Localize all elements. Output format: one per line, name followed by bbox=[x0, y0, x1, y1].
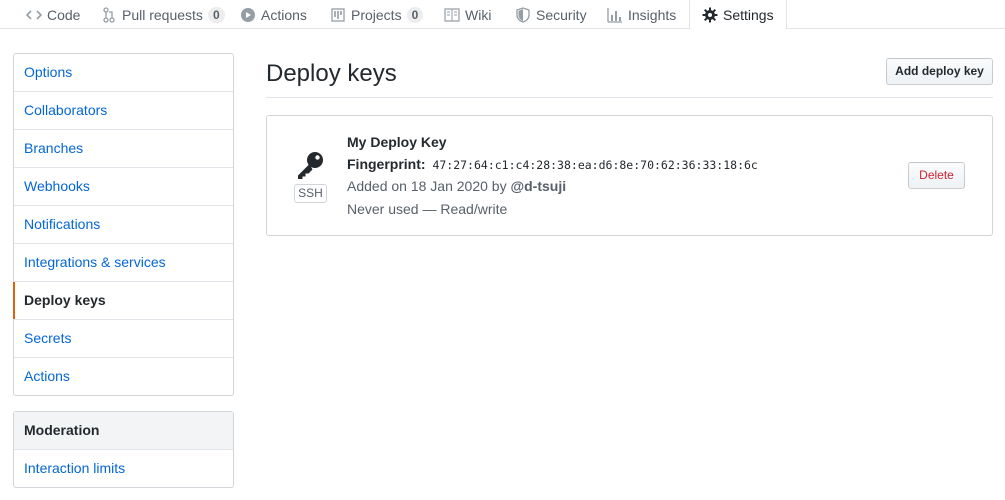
page-title: Deploy keys bbox=[266, 60, 397, 87]
tab-label: Pull requests bbox=[122, 6, 203, 23]
tab-projects[interactable]: Projects 0 bbox=[330, 0, 424, 29]
key-name: My Deploy Key bbox=[347, 134, 447, 150]
tab-label: Actions bbox=[261, 6, 307, 23]
tab-label: Projects bbox=[351, 6, 402, 23]
gear-icon bbox=[702, 7, 718, 23]
key-icon bbox=[295, 150, 325, 180]
added-text: Added on 18 Jan 2020 by bbox=[347, 178, 507, 194]
tab-pull-requests[interactable]: Pull requests 0 bbox=[101, 0, 225, 29]
sidebar-item-collaborators[interactable]: Collaborators bbox=[14, 92, 233, 130]
sidebar-item-integrations[interactable]: Integrations & services bbox=[14, 244, 233, 282]
settings-menu: Options Collaborators Branches Webhooks … bbox=[13, 53, 234, 396]
tab-code[interactable]: Code bbox=[26, 0, 80, 29]
projects-count: 0 bbox=[406, 6, 424, 23]
project-icon bbox=[330, 7, 346, 23]
tab-label: Wiki bbox=[465, 6, 492, 23]
graph-icon bbox=[607, 7, 623, 23]
play-icon bbox=[240, 7, 256, 23]
tab-label: Code bbox=[47, 6, 81, 23]
book-icon bbox=[444, 7, 460, 23]
add-deploy-key-button[interactable]: Add deploy key bbox=[886, 58, 993, 85]
delete-key-button[interactable]: Delete bbox=[908, 162, 965, 189]
tab-actions[interactable]: Actions bbox=[240, 0, 307, 29]
tab-security[interactable]: Security bbox=[515, 0, 587, 29]
sidebar-item-branches[interactable]: Branches bbox=[14, 130, 233, 168]
sidebar-item-deploy-keys[interactable]: Deploy keys bbox=[13, 282, 233, 320]
sidebar-item-interaction-limits[interactable]: Interaction limits bbox=[14, 450, 233, 487]
moderation-menu: Moderation Interaction limits bbox=[13, 411, 234, 488]
moderation-heading: Moderation bbox=[14, 412, 233, 450]
sidebar-item-options[interactable]: Options bbox=[14, 54, 233, 92]
shield-icon bbox=[515, 6, 531, 23]
tab-label: Settings bbox=[723, 6, 774, 23]
key-fingerprint: Fingerprint: 47:27:64:c1:c4:28:38:ea:d6:… bbox=[347, 156, 758, 172]
sidebar-item-webhooks[interactable]: Webhooks bbox=[14, 168, 233, 206]
sidebar-item-secrets[interactable]: Secrets bbox=[14, 320, 233, 358]
tab-wiki[interactable]: Wiki bbox=[444, 0, 491, 29]
page-header: Deploy keys Add deploy key bbox=[266, 52, 993, 98]
fingerprint-value: 47:27:64:c1:c4:28:38:ea:d6:8e:70:62:36:3… bbox=[432, 158, 758, 172]
key-usage: Never used — Read/write bbox=[347, 201, 508, 217]
key-type-label: SSH bbox=[294, 184, 327, 203]
sidebar-item-notifications[interactable]: Notifications bbox=[14, 206, 233, 244]
key-added-info: Added on 18 Jan 2020 by @d-tsuji bbox=[347, 178, 566, 194]
tab-label: Security bbox=[536, 6, 587, 23]
added-by-user: @d-tsuji bbox=[510, 178, 567, 194]
repo-nav: Code Pull requests 0 Actions Projects 0 … bbox=[0, 0, 1005, 30]
git-pull-request-icon bbox=[101, 6, 117, 23]
pull-requests-count: 0 bbox=[207, 6, 225, 23]
tab-settings[interactable]: Settings bbox=[689, 0, 787, 30]
tab-label: Insights bbox=[628, 6, 677, 23]
code-icon bbox=[26, 7, 42, 23]
deploy-key-item: SSH My Deploy Key Fingerprint: 47:27:64:… bbox=[266, 115, 993, 236]
sidebar-item-actions[interactable]: Actions bbox=[14, 358, 233, 395]
tab-insights[interactable]: Insights bbox=[607, 0, 676, 29]
fingerprint-label: Fingerprint: bbox=[347, 156, 426, 172]
